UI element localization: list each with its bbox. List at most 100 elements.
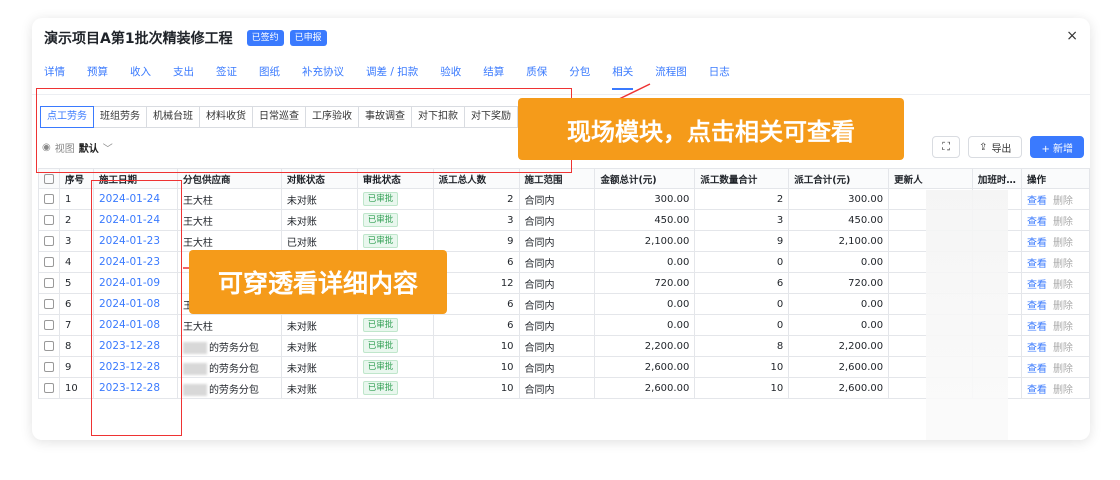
tab-10[interactable]: 质保 (526, 64, 547, 86)
tab-4[interactable]: 签证 (216, 64, 237, 86)
row-select-cell[interactable] (38, 272, 60, 294)
tab-12[interactable]: 相关 (612, 64, 634, 90)
status-badge-declared: 已申报 (289, 30, 327, 46)
delete-link[interactable]: 删除 (1053, 301, 1073, 312)
supplier-name: 的劳务分包 (208, 384, 259, 396)
view-link[interactable]: 查看 (1027, 259, 1047, 270)
row-checkbox[interactable] (44, 340, 54, 351)
tab-5[interactable]: 图纸 (259, 64, 280, 86)
row-checkbox[interactable] (44, 361, 54, 372)
cell-date[interactable]: 2023-12-28 (92, 356, 178, 378)
delete-link[interactable]: 删除 (1053, 259, 1073, 270)
close-icon[interactable]: × (1066, 28, 1078, 44)
subtab-2[interactable]: 机械台班 (147, 106, 200, 128)
view-link[interactable]: 查看 (1027, 385, 1047, 396)
row-select-cell[interactable] (38, 356, 60, 378)
tab-6[interactable]: 补充协议 (302, 64, 344, 86)
tab-0[interactable]: 详情 (44, 64, 65, 86)
column-header: 更新人 (888, 168, 973, 189)
row-checkbox[interactable] (44, 235, 54, 246)
row-select-cell[interactable] (38, 188, 60, 210)
subtab-1[interactable]: 班组劳务 (94, 106, 147, 128)
cell-date[interactable]: 2024-01-23 (92, 251, 178, 273)
row-checkbox[interactable] (44, 193, 54, 204)
cell-workers: 10 (432, 335, 520, 357)
cell-date[interactable]: 2024-01-24 (92, 209, 178, 231)
row-select-cell[interactable] (38, 377, 60, 399)
select-all-checkbox[interactable] (44, 173, 54, 184)
subtab-8[interactable]: 对下奖励 (465, 106, 518, 128)
view-link[interactable]: 查看 (1027, 238, 1047, 249)
cell-no: 7 (59, 314, 94, 336)
row-select-cell[interactable] (38, 230, 60, 252)
cell-date[interactable]: 2024-01-08 (92, 314, 178, 336)
delete-link[interactable]: 删除 (1053, 238, 1073, 249)
tab-13[interactable]: 流程图 (655, 64, 687, 86)
row-select-cell[interactable] (38, 251, 60, 273)
subtab-6[interactable]: 事故调查 (359, 106, 412, 128)
cell-qty: 10 (694, 377, 790, 399)
select-all-cell[interactable] (38, 168, 60, 189)
subtab-4[interactable]: 日常巡查 (253, 106, 306, 128)
view-link[interactable]: 查看 (1027, 301, 1047, 312)
delete-link[interactable]: 删除 (1053, 364, 1073, 375)
tab-8[interactable]: 验收 (440, 64, 461, 86)
tab-2[interactable]: 收入 (130, 64, 151, 86)
tab-7[interactable]: 调差 / 扣款 (366, 64, 418, 86)
row-checkbox[interactable] (44, 277, 54, 288)
cell-date[interactable]: 2024-01-23 (92, 230, 178, 252)
row-select-cell[interactable] (38, 293, 60, 315)
row-select-cell[interactable] (38, 209, 60, 231)
cell-date[interactable]: 2024-01-24 (92, 188, 178, 210)
cell-date[interactable]: 2024-01-09 (92, 272, 178, 294)
delete-link[interactable]: 删除 (1053, 196, 1073, 207)
row-checkbox[interactable] (44, 214, 54, 225)
tab-11[interactable]: 分包 (569, 64, 590, 86)
approval-tag: 已审批 (362, 339, 399, 353)
add-button[interactable]: + 新增 (1030, 136, 1084, 158)
tab-9[interactable]: 结算 (483, 64, 504, 86)
approval-tag: 已审批 (362, 192, 399, 206)
tab-14[interactable]: 日志 (709, 64, 730, 86)
row-checkbox[interactable] (44, 256, 54, 267)
cell-workers: 2 (432, 188, 520, 210)
view-link[interactable]: 查看 (1027, 364, 1047, 375)
fullscreen-button[interactable]: ⛶ (932, 136, 961, 158)
subtab-7[interactable]: 对下扣款 (412, 106, 465, 128)
delete-link[interactable]: 删除 (1053, 217, 1073, 228)
subtab-0[interactable]: 点工劳务 (40, 106, 94, 128)
subtab-5[interactable]: 工序验收 (306, 106, 359, 128)
view-link[interactable]: 查看 (1027, 217, 1047, 228)
delete-link[interactable]: 删除 (1053, 322, 1073, 333)
delete-link[interactable]: 删除 (1053, 343, 1073, 354)
view-value: 默认 (78, 144, 99, 155)
row-checkbox[interactable] (44, 319, 54, 330)
subtab-3[interactable]: 材料收货 (200, 106, 253, 128)
view-link[interactable]: 查看 (1027, 343, 1047, 354)
cell-date[interactable]: 2023-12-28 (92, 335, 178, 357)
cell-supplier: 王大柱 (176, 314, 282, 336)
view-link[interactable]: 查看 (1027, 280, 1047, 291)
export-button[interactable]: ⇪ 导出 (968, 136, 1023, 158)
cell-approval: 已审批 (356, 314, 434, 336)
column-header: 派工数量合计 (694, 168, 790, 189)
tab-3[interactable]: 支出 (173, 64, 194, 86)
cell-supplier: 的劳务分包 (176, 356, 282, 378)
view-link[interactable]: 查看 (1027, 322, 1047, 333)
delete-link[interactable]: 删除 (1053, 280, 1073, 291)
title-row: 演示项目A第1批次精装修工程 已签约 已申报 (44, 28, 327, 48)
cell-no: 5 (59, 272, 94, 294)
cell-date[interactable]: 2024-01-08 (92, 293, 178, 315)
row-checkbox[interactable] (44, 382, 54, 393)
tab-1[interactable]: 预算 (87, 64, 108, 86)
cell-subtotal: 2,200.00 (788, 335, 890, 357)
cell-qty: 0 (694, 251, 790, 273)
cell-date[interactable]: 2023-12-28 (92, 377, 178, 399)
row-checkbox[interactable] (44, 298, 54, 309)
row-select-cell[interactable] (38, 314, 60, 336)
view-link[interactable]: 查看 (1027, 196, 1047, 207)
cell-recon: 未对账 (280, 377, 358, 399)
view-selector[interactable]: ◉ 视图 默认 ﹀ (42, 140, 113, 155)
delete-link[interactable]: 删除 (1053, 385, 1073, 396)
row-select-cell[interactable] (38, 335, 60, 357)
